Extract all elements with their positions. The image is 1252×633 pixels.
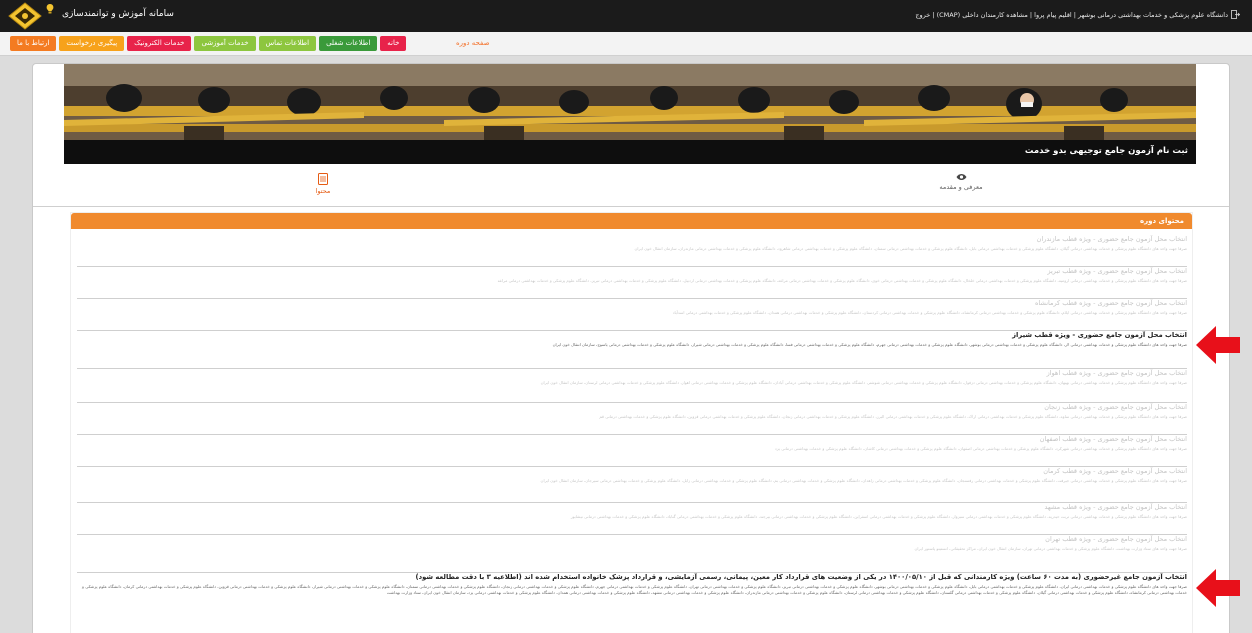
item-description: صرفا جهت واحد های دانشگاه علوم پزشکی و خ… — [497, 278, 1187, 283]
item-title[interactable]: انتخاب محل آزمون جامع حضوری - ویژه قطب م… — [77, 503, 1187, 511]
app-title: سامانه آموزش و توانمندسازی — [62, 9, 174, 19]
list-item[interactable]: انتخاب محل آزمون جامع حضوری - ویژه قطب ت… — [77, 535, 1187, 573]
top-bar: سامانه آموزش و توانمندسازی دانشگاه علوم … — [0, 0, 1252, 32]
user-info[interactable]: دانشگاه علوم پزشکی و خدمات بهداشتی درمان… — [915, 11, 1228, 19]
item-title[interactable]: انتخاب محل آزمون جامع حضوری - ویژه قطب ش… — [77, 331, 1187, 339]
tab-content-label: محتوا — [315, 187, 331, 195]
logout-icon[interactable] — [1231, 10, 1240, 19]
panel-header: محتوای دوره — [71, 213, 1192, 229]
course-tabs: محتوا معرفی و مقدمه — [33, 171, 1229, 207]
item-description: صرفا جهت واحد های دانشگاه علوم پزشکی و خ… — [774, 446, 1187, 451]
tab-intro[interactable]: معرفی و مقدمه — [931, 171, 991, 205]
list-item[interactable]: انتخاب محل آزمون جامع حضوری - ویژه قطب ا… — [77, 435, 1187, 467]
item-title[interactable]: انتخاب آزمون جامع غیرحضوری (به مدت ۶۰ سا… — [77, 573, 1187, 581]
item-title[interactable]: انتخاب محل آزمون جامع حضوری - ویژه قطب م… — [77, 235, 1187, 243]
lamp-icon — [46, 4, 54, 14]
menu-button[interactable]: خدمات الکترونیک — [127, 36, 192, 51]
item-title[interactable]: انتخاب محل آزمون جامع حضوری - ویژه قطب ک… — [77, 467, 1187, 475]
list-item[interactable]: انتخاب محل آزمون جامع حضوری - ویژه قطب ز… — [77, 403, 1187, 435]
site-logo[interactable] — [8, 2, 42, 30]
menu-button[interactable]: اطلاعات شغلی — [319, 36, 378, 51]
menu-buttons: ارتباط با ما پیگیری درخواست خدمات الکترونی… — [10, 36, 407, 51]
menu-button[interactable]: اطلاعات تماس — [258, 36, 317, 51]
item-description: صرفا جهت واحد های ستاد وزارت بهداشت، دان… — [914, 546, 1187, 551]
list-item[interactable]: انتخاب محل آزمون جامع حضوری - ویژه قطب ت… — [77, 267, 1187, 299]
item-description: صرفا جهت واحد های دانشگاه علوم پزشکی و خ… — [634, 246, 1187, 251]
menu-button[interactable]: خدمات آموزشی — [194, 36, 256, 51]
list-item[interactable]: انتخاب محل آزمون جامع حضوری - ویژه قطب م… — [77, 503, 1187, 535]
eye-icon — [956, 174, 966, 180]
item-title[interactable]: انتخاب محل آزمون جامع حضوری - ویژه قطب ت… — [77, 267, 1187, 275]
list-item[interactable]: انتخاب محل آزمون جامع حضوری - ویژه قطب م… — [77, 235, 1187, 267]
course-content-panel: محتوای دوره انتخاب محل آزمون جامع حضوری … — [70, 212, 1193, 633]
item-title[interactable]: انتخاب محل آزمون جامع حضوری - ویژه قطب ت… — [77, 535, 1187, 543]
menu-button[interactable]: پیگیری درخواست — [59, 36, 125, 51]
red-arrow-icon — [1196, 569, 1240, 607]
panel-title: محتوای دوره — [1140, 217, 1184, 225]
course-title: ثبت نام آزمون جامع توجیهی بدو خدمت — [1024, 146, 1188, 156]
item-title[interactable]: انتخاب محل آزمون جامع حضوری - ویژه قطب ا… — [77, 369, 1187, 377]
hero-caption: ثبت نام آزمون جامع توجیهی بدو خدمت — [64, 140, 1196, 164]
item-title[interactable]: انتخاب محل آزمون جامع حضوری - ویژه قطب ک… — [77, 299, 1187, 307]
menu-button[interactable]: ارتباط با ما — [10, 36, 57, 51]
item-description: صرفا جهت واحد های دانشگاه علوم پزشکی و خ… — [599, 414, 1187, 419]
menu-button[interactable]: خانه — [380, 36, 407, 51]
document-icon — [318, 173, 328, 185]
list-item[interactable]: انتخاب آزمون جامع غیرحضوری (به مدت ۶۰ سا… — [77, 573, 1187, 633]
item-description: صرفا جهت واحد های دانشگاه علوم پزشکی و خ… — [672, 310, 1187, 315]
list-item[interactable]: انتخاب محل آزمون جامع حضوری - ویژه قطب ک… — [77, 467, 1187, 503]
page-label: صفحه دوره — [456, 39, 490, 47]
item-description: صرفا جهت واحد های دانشگاه علوم پزشکی و خ… — [540, 380, 1187, 385]
list-item[interactable]: انتخاب محل آزمون جامع حضوری - ویژه قطب ک… — [77, 299, 1187, 331]
tab-content[interactable]: محتوا — [293, 171, 353, 205]
item-description: صرفا جهت واحد های دانشگاه علوم پزشکی و خ… — [552, 342, 1187, 347]
item-description: صرفا جهت واحد های دانشگاه علوم پزشکی و خ… — [540, 478, 1187, 483]
item-description: صرفا جهت واحد های دانشگاه علوم پزشکی و خ… — [570, 514, 1187, 519]
item-title[interactable]: انتخاب محل آزمون جامع حضوری - ویژه قطب ا… — [77, 435, 1187, 443]
course-card: ثبت نام آزمون جامع توجیهی بدو خدمت محتوا… — [32, 63, 1230, 633]
item-description: صرفا جهت واحد های دانشگاه علوم پزشکی و خ… — [82, 584, 1187, 595]
tab-intro-label: معرفی و مقدمه — [939, 183, 983, 191]
list-item[interactable]: انتخاب محل آزمون جامع حضوری - ویژه قطب ا… — [77, 369, 1187, 403]
main-menu: ارتباط با ما پیگیری درخواست خدمات الکترونی… — [0, 32, 1252, 56]
item-title[interactable]: انتخاب محل آزمون جامع حضوری - ویژه قطب ز… — [77, 403, 1187, 411]
list-item[interactable]: انتخاب محل آزمون جامع حضوری - ویژه قطب ش… — [77, 331, 1187, 369]
red-arrow-icon — [1196, 326, 1240, 364]
